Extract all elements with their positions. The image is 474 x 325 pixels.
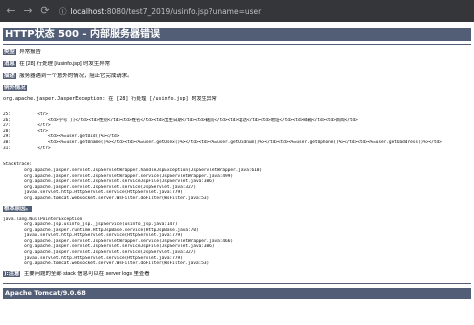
- type-tag: 类型: [3, 49, 16, 55]
- back-arrow-icon[interactable]: ←: [4, 4, 18, 18]
- address-bar[interactable]: ⓘ localhost:8080/test7_2019/usinfo.jsp?u…: [59, 4, 261, 19]
- exception-tag: 例外情况: [3, 85, 27, 91]
- reload-icon[interactable]: ⟳: [38, 4, 52, 18]
- note-value: 主要问题的全部 stack 信息可以在 server logs 里查看: [23, 270, 150, 277]
- code-line: org.apache.tomcat.websocket.server.WsFil…: [3, 195, 210, 201]
- message-tag: 消息: [3, 61, 16, 67]
- divider: [3, 44, 471, 45]
- description-tag: 描述: [3, 73, 16, 79]
- info-icon[interactable]: ⓘ: [59, 4, 67, 19]
- server-footer: Apache Tomcat/9.0.68: [3, 287, 471, 299]
- root-cause-tag: 根本原因。: [3, 205, 32, 212]
- message-value: 在 [28] 行处理 [/usinfo.jsp] 时发生异常: [19, 61, 111, 67]
- exception-heading: 例外情况: [3, 85, 471, 92]
- note-row: ):注意 主要问题的全部 stack 信息可以在 server logs 里查看: [3, 270, 471, 278]
- root-cause-stacktrace: java.lang.NullPointerException org.apach…: [3, 217, 471, 267]
- note-tag: ):注意: [3, 270, 21, 277]
- code-and-stacktrace: 25: <tr> 26: <td>学号 ]]</td><td>性别</td><td…: [3, 112, 471, 202]
- type-row: 类型 异常报告: [3, 49, 471, 56]
- page-title: HTTP状态 500 - 内部服务器错误: [3, 28, 471, 41]
- description-value: 服务器遇到一个意外的情况，阻止它完成请求。: [19, 73, 133, 79]
- footer-divider: [3, 282, 471, 284]
- root-cause-heading: 根本原因。: [3, 205, 471, 213]
- type-value: 异常报告: [19, 49, 41, 55]
- code-line: 30: <td><%=user.getUname()%></td><td><%=…: [3, 139, 442, 145]
- description-row: 描述 服务器遇到一个意外的情况，阻止它完成请求。: [3, 73, 471, 80]
- message-row: 消息 在 [28] 行处理 [/usinfo.jsp] 时发生异常: [3, 61, 471, 68]
- forward-arrow-icon[interactable]: →: [21, 4, 35, 18]
- error-page: HTTP状态 500 - 内部服务器错误 类型 异常报告 消息 在 [28] 行…: [0, 22, 474, 325]
- url-path: :8080/test7_2019/usinfo.jsp?uname=user: [104, 6, 262, 16]
- url-host: localhost: [70, 6, 105, 16]
- browser-toolbar: ← → ⟳ ⓘ localhost:8080/test7_2019/usinfo…: [0, 0, 474, 22]
- stacktrace-line: org.apache.tomcat.websocket.server.WsFil…: [3, 261, 210, 267]
- exception-message: org.apache.jasper.JasperException: 在 [28…: [3, 96, 217, 102]
